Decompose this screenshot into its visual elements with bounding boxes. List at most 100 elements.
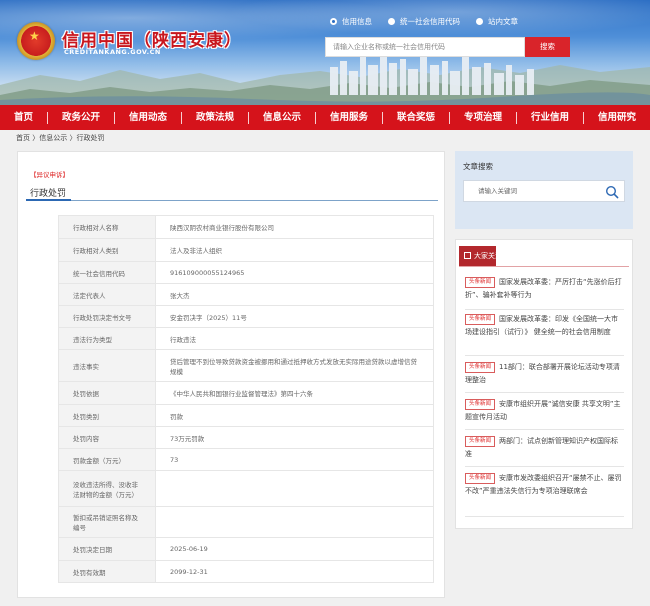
news-item[interactable]: 头条新闻 安康市组织开展“诚信安康 共享文明”主题宣传月活动 (465, 398, 624, 424)
field-label: 罚款金额（万元） (58, 448, 156, 471)
field-label: 行政处罚决定书文号 (58, 305, 156, 328)
table-row: 违法事实 贷后管理不到位导致贷款资金被挪用和通过抵押收方式发放无实际用途贷款以虚增… (58, 349, 434, 382)
nav-special-governance[interactable]: 专项治理 (450, 105, 516, 130)
field-value: 安金罚决字（2025）11号 (155, 305, 434, 328)
field-value: 陕西汉阴农村商业银行股份有限公司 (155, 215, 434, 239)
field-value: 73万元罚款 (155, 426, 434, 449)
nav-industry-credit[interactable]: 行业信用 (517, 105, 583, 130)
news-divider (465, 392, 624, 393)
field-value (155, 506, 434, 538)
field-value: 行政违法 (155, 327, 434, 350)
field-label: 行政相对人类别 (58, 238, 156, 262)
news-divider (465, 309, 624, 310)
national-emblem-icon: ★ (17, 22, 55, 60)
nav-rewards-penalties[interactable]: 联合奖惩 (383, 105, 449, 130)
search-button[interactable]: 搜索 (525, 37, 570, 57)
radio-dot-icon (388, 18, 395, 25)
radio-credit-info[interactable]: 信用信息 (330, 16, 372, 27)
headline-badge: 头条新闻 (465, 314, 496, 325)
table-row: 行政相对人类别 法人及非法人组织 (58, 238, 434, 262)
table-row: 行政处罚决定书文号 安金罚决字（2025）11号 (58, 305, 434, 328)
table-row: 处罚有效期 2099-12-31 (58, 560, 434, 583)
field-value: 罚款 (155, 404, 434, 427)
field-label: 暂扣或吊销证照名称及编号 (58, 506, 156, 538)
headline-badge: 头条新闻 (465, 473, 496, 484)
radio-dot-icon (476, 18, 483, 25)
article-search-panel: 文章搜索 请输入关键词 (455, 151, 633, 229)
field-label: 处罚依据 (58, 381, 156, 405)
news-divider (465, 516, 624, 517)
field-value: 《中华人民共和国银行业监督管理法》第四十六条 (155, 381, 434, 405)
table-row: 处罚类别 罚款 (58, 404, 434, 427)
field-label: 处罚决定日期 (58, 537, 156, 561)
news-item[interactable]: 头条新闻 国家发展改革委：印发《全国统一大市场建设指引（试行）》 健全统一的社会信… (465, 313, 624, 339)
site-domain: CREDITANKANG.GOV.CN (64, 48, 161, 56)
table-row: 法定代表人 张大杰 (58, 283, 434, 306)
nav-credit-research[interactable]: 信用研究 (584, 105, 650, 130)
news-item[interactable]: 头条新闻 安康市发改委组织召开“屡禁不止、屡罚不改”严重违法失信行为专项治理联席会 (465, 472, 624, 498)
news-item[interactable]: 头条新闻 两部门：试点创新管理知识产权国际标准 (465, 435, 624, 461)
document-icon (464, 252, 471, 259)
search-input[interactable]: 请输入企业名称或统一社会信用代码 (325, 37, 525, 57)
radio-dot-icon (330, 18, 337, 25)
nav-credit-news[interactable]: 信用动态 (115, 105, 181, 130)
breadcrumb[interactable]: 首页 〉信息公示 〉行政处罚 (16, 133, 104, 143)
article-search-title: 文章搜索 (463, 162, 493, 171)
field-value (155, 470, 434, 507)
field-label: 行政相对人名称 (58, 215, 156, 239)
objection-appeal-link[interactable]: 【异议申诉】 (30, 169, 69, 179)
nav-credit-services[interactable]: 信用服务 (316, 105, 382, 130)
page-title: 行政处罚 (30, 189, 67, 199)
field-label: 处罚类别 (58, 404, 156, 427)
table-row: 罚款金额（万元） 73 (58, 448, 434, 471)
news-item[interactable]: 头条新闻 国家发展改革委：严厉打击“先涨价后打折”、骗补套补等行为 (465, 276, 624, 302)
nav-home[interactable]: 首页 (0, 105, 47, 130)
penalty-detail-panel: 【异议申诉】 行政处罚 行政相对人名称 陕西汉阴农村商业银行股份有限公司 行政相对… (17, 151, 445, 598)
nav-policies[interactable]: 政策法规 (182, 105, 248, 130)
field-label: 违法事实 (58, 349, 156, 382)
radio-site-articles[interactable]: 站内文章 (476, 16, 518, 27)
headline-badge: 头条新闻 (465, 277, 496, 288)
title-divider (26, 200, 438, 201)
headline-badge: 头条新闻 (465, 399, 496, 410)
headline-badge: 头条新闻 (465, 436, 496, 447)
popular-news-panel: 大家关注 头条新闻 国家发展改革委：严厉打击“先涨价后打折”、骗补套补等行为 头条… (455, 239, 633, 529)
header-divider (459, 266, 629, 267)
field-value: 贷后管理不到位导致贷款资金被挪用和通过抵押收方式发放无实际用途贷款以虚增信贷规模 (155, 349, 434, 382)
table-row: 行政相对人名称 陕西汉阴农村商业银行股份有限公司 (58, 215, 434, 239)
news-item[interactable]: 头条新闻 11部门：联合部署开展论坛活动专项清理整治 (465, 361, 624, 387)
news-divider (465, 429, 624, 430)
table-row: 暂扣或吊销证照名称及编号 (58, 506, 434, 538)
main-nav: 首页 政务公开 信用动态 政策法规 信息公示 信用服务 联合奖惩 专项治理 行业… (0, 105, 650, 130)
table-row: 处罚依据 《中华人民共和国银行业监督管理法》第四十六条 (58, 381, 434, 405)
table-row: 没收违法所得、没收非法财物的金额（万元） (58, 470, 434, 507)
popular-news-header: 大家关注 (459, 246, 502, 266)
field-value: 916109000055124965 (155, 261, 434, 284)
search-type-radios: 信用信息 统一社会信用代码 站内文章 (330, 16, 518, 27)
search-icon[interactable] (605, 185, 619, 199)
radio-credit-code[interactable]: 统一社会信用代码 (388, 16, 460, 27)
keyword-placeholder: 请输入关键词 (478, 187, 517, 195)
penalty-info-table: 行政相对人名称 陕西汉阴农村商业银行股份有限公司 行政相对人类别 法人及非法人组织 … (58, 215, 434, 583)
field-label: 违法行为类型 (58, 327, 156, 350)
table-row: 违法行为类型 行政违法 (58, 327, 434, 350)
table-row: 统一社会信用代码 916109000055124965 (58, 261, 434, 284)
field-value: 张大杰 (155, 283, 434, 306)
site-header: ★ 信用中国（陕西安康） CREDITANKANG.GOV.CN 信用信息 统一… (0, 0, 650, 105)
nav-government-affairs[interactable]: 政务公开 (48, 105, 114, 130)
headline-badge: 头条新闻 (465, 362, 496, 373)
field-value: 2025-06-19 (155, 537, 434, 561)
field-label: 法定代表人 (58, 283, 156, 306)
field-label: 处罚有效期 (58, 560, 156, 583)
nav-public-info[interactable]: 信息公示 (249, 105, 315, 130)
field-label: 没收违法所得、没收非法财物的金额（万元） (58, 470, 156, 507)
field-value: 73 (155, 448, 434, 471)
field-label: 处罚内容 (58, 426, 156, 449)
field-label: 统一社会信用代码 (58, 261, 156, 284)
table-row: 处罚内容 73万元罚款 (58, 426, 434, 449)
table-row: 处罚决定日期 2025-06-19 (58, 537, 434, 561)
news-divider (465, 466, 624, 467)
field-value: 法人及非法人组织 (155, 238, 434, 262)
news-divider (465, 355, 624, 356)
keyword-input[interactable]: 请输入关键词 (463, 180, 625, 202)
